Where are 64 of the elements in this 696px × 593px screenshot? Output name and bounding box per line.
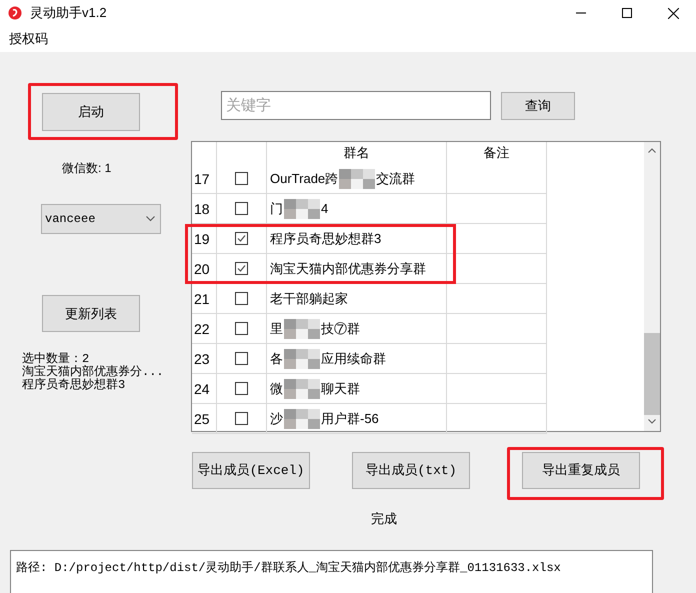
export-button[interactable]: 导出成员(txt) [352,452,470,489]
row-number: 20 [194,260,210,279]
group-name: 4 [321,200,328,218]
group-name: OurTrade跨 [270,170,338,188]
row-checkbox[interactable] [235,202,248,215]
group-name: 技⑦群 [321,320,360,338]
column-header: 备注 [447,142,547,164]
row-number: 18 [194,200,210,219]
row-checkbox[interactable] [235,232,248,245]
group-name: 程序员奇思妙想群3 [270,230,382,248]
mosaic-drawing [284,348,320,368]
row-number: 21 [194,290,210,309]
row-checkbox[interactable] [235,172,248,185]
export-button[interactable]: 导出成员(Excel) [192,452,310,489]
group-name: 微 [270,380,283,398]
account-dropdown[interactable]: vanceee [41,204,161,234]
chevron-down-icon [146,216,155,222]
scroll-down-icon[interactable] [648,419,656,424]
export-button[interactable]: 导出重复成员 [522,452,640,489]
mosaic-drawing [284,198,320,218]
column-header: 群名 [267,142,447,164]
close-icon [668,8,678,18]
group-name: 各 [270,350,283,368]
mosaic-drawing [284,318,320,338]
row-number: 19 [194,230,210,249]
group-name: 聊天群 [321,380,360,398]
group-name: 用户群-56 [321,410,379,428]
mosaic-drawing [284,408,320,428]
keyword-search-field[interactable]: 关键字 [221,91,491,120]
row-checkbox[interactable] [235,322,248,335]
wechat-count-label: 微信数: 1 [62,160,112,177]
group-name: 应用续命群 [321,350,386,368]
scroll-up-icon[interactable] [648,148,656,153]
group-name: 门 [270,200,283,218]
window-title: 灵动助手v1.2 [30,4,107,22]
selection-info-line: 选中数量：2 [22,353,90,366]
selection-info-line: 淘宝天猫内部优惠券分... [22,366,165,379]
group-name: 交流群 [376,170,416,188]
path-output-box: 路径: D:/project/http/dist/灵动助手/群联系人_淘宝天猫内部优惠券分享群_01131633.xlsx [10,550,653,593]
scrollbar-thumb[interactable] [644,333,660,415]
row-checkbox[interactable] [235,382,248,395]
menu-item[interactable]: 授权码 [9,29,48,49]
row-number: 25 [194,410,210,429]
row-checkbox[interactable] [235,262,248,275]
start-button[interactable]: 启动 [42,93,140,131]
refresh-list-button[interactable]: 更新列表 [42,295,140,332]
row-checkbox[interactable] [235,352,248,365]
group-name: 淘宝天猫内部优惠券分享群 [270,260,426,278]
row-checkbox[interactable] [235,412,248,425]
row-number: 22 [194,320,210,339]
mosaic-drawing [339,168,376,188]
row-number: 23 [194,350,210,369]
selection-info-line: 程序员奇思妙想群3 [22,379,126,392]
group-name: 老干部躺起家 [270,290,348,308]
app-logo-icon [8,6,22,20]
mosaic-drawing [284,378,320,398]
maximize-icon [622,8,632,18]
status-text: 完成 [371,510,397,528]
group-name: 里 [270,320,283,338]
row-number: 24 [194,380,210,399]
row-checkbox[interactable] [235,292,248,305]
row-number: 17 [194,170,210,189]
group-name: 沙 [270,410,283,428]
query-button[interactable]: 查询 [501,92,575,120]
